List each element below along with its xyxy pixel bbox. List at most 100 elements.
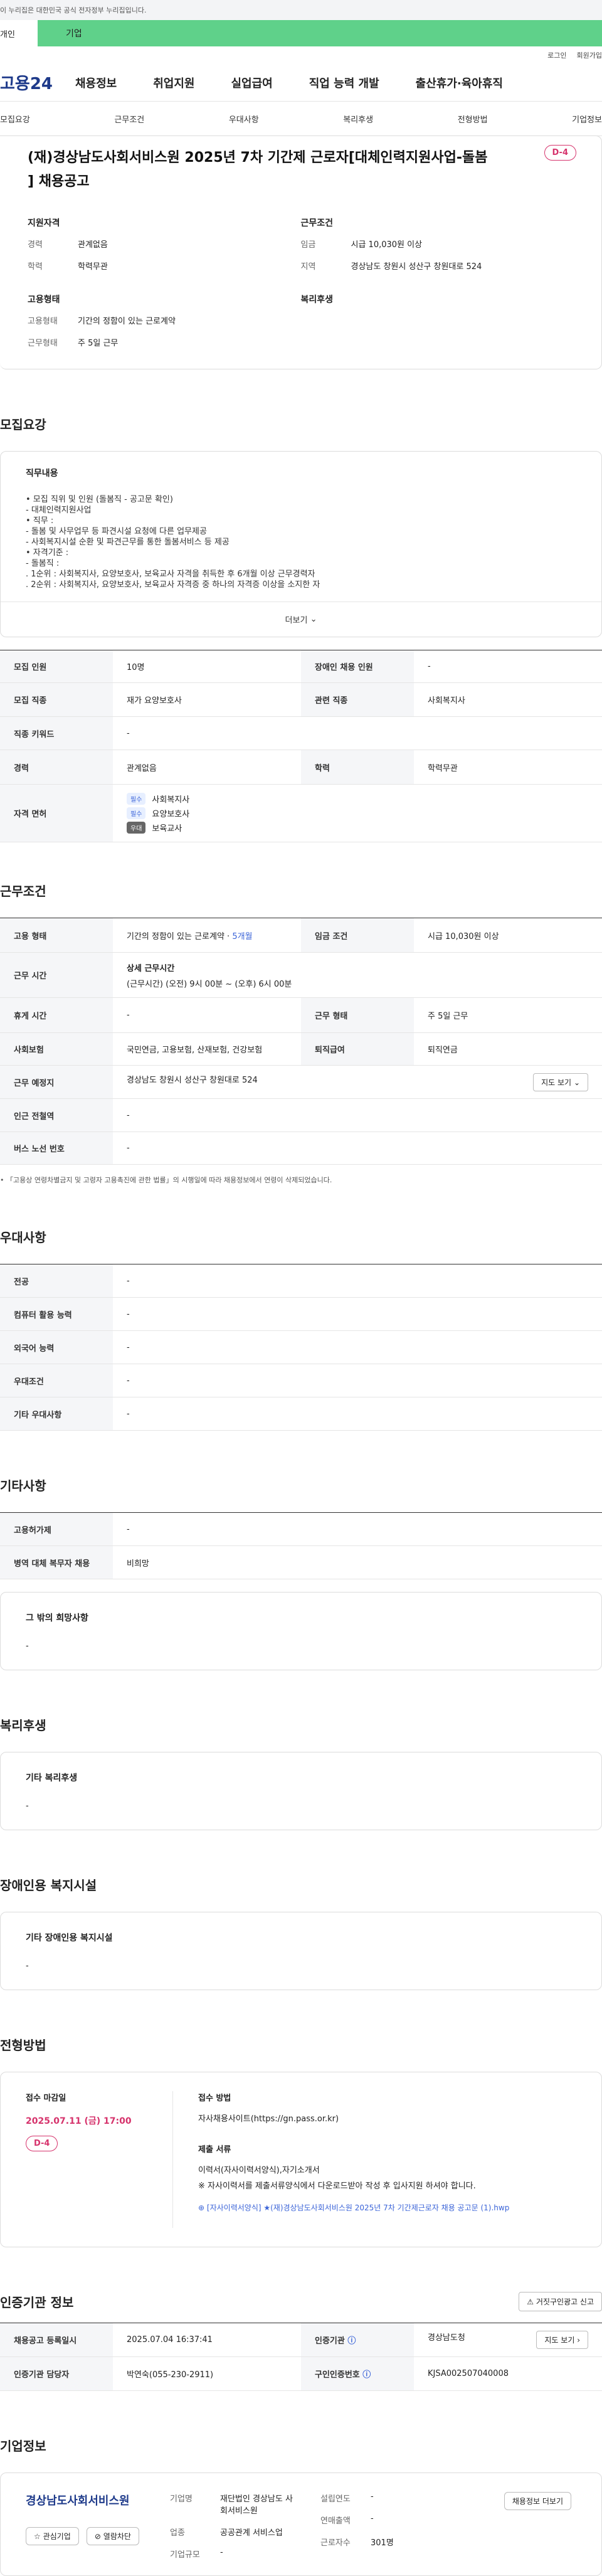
region-value: 경상남도 창원시 성산구 창원대로 524 (351, 262, 482, 272)
apply-section-title: 전형방법 (0, 2037, 46, 2053)
tab-person-label: 개인 (0, 29, 15, 40)
gnb-item-unemployment[interactable]: 실업급여 (231, 75, 273, 91)
table-cell: 박연숙(055-230-2911) (113, 2356, 301, 2391)
subnav-selection[interactable]: 전형방법 (458, 113, 488, 125)
welfare-section-title: 복리후생 (0, 1717, 46, 1733)
gnb-item-training[interactable]: 직업 능력 개발 (309, 75, 379, 91)
table-header: 근무 형태 (301, 997, 414, 1033)
qualification-block: 지원자격 경력 관계없음 학력 학력무관 (28, 216, 301, 282)
docs-note: ※ 자사이력서를 제출서류양식에서 다운로드받아 작성 후 입사지원 하셔야 합… (198, 2181, 476, 2191)
emptype-label: 고용형태 (28, 317, 58, 326)
table-header: 버스 노선 번호 (0, 1132, 113, 1165)
subnav-recruit[interactable]: 모집요강 (0, 113, 30, 125)
table-row: 사회보험 국민연금, 고용보험, 산재보험, 건강보험 퇴직급여 퇴직연금 (0, 1032, 602, 1066)
other-wishes-heading: 그 밖의 희망사항 (26, 1613, 88, 1623)
age-discrimination-note: • 「고용상 연령차별금지 및 고령자 고용촉진에 관한 법률」의 시행일에 따… (0, 1176, 332, 1184)
company-actions: 채용정보 더보기 (458, 2492, 576, 2557)
size-label: 기업규모 (170, 2550, 200, 2560)
preferences-section-title: 우대사항 (0, 1229, 46, 1245)
recruit-table: 모집 인원 10명 장애인 채용 인원 - 모집 직종 재가 요양보호사 관련 … (0, 650, 602, 842)
emp-type-value: 기간의 정함이 있는 근로계약 · (127, 931, 233, 941)
table-row: 근무 시간 상세 근무시간 (근무시간) (오전) 9시 00분 ~ (오후) … (0, 952, 602, 998)
table-row: 직종 키워드 - (0, 716, 602, 750)
siren-icon: ⚠ (527, 2297, 534, 2306)
job-description-text: • 모집 직위 및 인원 (돌봄직 - 공고문 확인) - 대체인력지원사업 •… (26, 495, 320, 590)
table-header: 근무 예정지 (0, 1065, 113, 1099)
site-logo[interactable]: 고용24 (0, 71, 75, 94)
table-cell: 필수 사회복지사 필수 요양보호사 우대 보육교사 (113, 784, 602, 842)
table-row: 외국어 능력 - (0, 1330, 602, 1364)
table-cell: 퇴직연금 (414, 1032, 602, 1066)
org-value: 경상남도청 (428, 2333, 465, 2343)
info-icon[interactable]: ⓘ (347, 2336, 356, 2346)
gnb-item-jobs[interactable]: 채용정보 (75, 75, 117, 91)
education-value: 학력무관 (78, 262, 108, 272)
disability-card-heading: 기타 장애인용 복지시설 (26, 1933, 113, 1943)
table-cell: - (113, 1098, 602, 1132)
tab-business[interactable]: 기업 (38, 20, 602, 46)
table-header: 컴퓨터 활용 능력 (0, 1297, 113, 1331)
subnav-preferences[interactable]: 우대사항 (229, 113, 259, 125)
table-cell: KJSA002507040008 (414, 2356, 602, 2391)
more-button[interactable]: 더보기 ⌄ (1, 602, 601, 637)
login-link[interactable]: 로그인 (547, 50, 566, 60)
career-value: 관계없음 (78, 240, 108, 250)
join-link[interactable]: 회원가입 (577, 50, 602, 60)
welfare-block: 복리후생 (301, 293, 574, 358)
map-label: 지도 보기 (544, 2336, 575, 2345)
company-logo-block: 경상남도사회서비스원 ☆ 관심기업 ⊘ 열람차단 (26, 2492, 170, 2557)
map-button[interactable]: 지도 보기 › (536, 2331, 588, 2349)
table-cell: 경상남도 창원시 성산구 창원대로 524 지도 보기 ⌄ (113, 1065, 602, 1099)
favorite-label: 관심기업 (43, 2532, 71, 2541)
table-row: 버스 노선 번호 - (0, 1132, 602, 1165)
required-badge: 필수 (127, 807, 146, 819)
table-cell: 시급 10,030원 이상 (414, 918, 602, 953)
subnav-company[interactable]: 기업정보 (572, 113, 602, 125)
license-name: 요양보호사 (152, 810, 190, 819)
gnb-item-employment-support[interactable]: 취업지원 (153, 75, 194, 91)
table-header: 전공 (0, 1264, 113, 1298)
gov-notice-text: 이 누리집은 대한민국 공식 전자정부 누리집입니다. (0, 6, 147, 14)
company-info-col1: 기업명 재단법인 경상남도 사회서비스원 업종 공공관계 서비스업 기업규모 - (170, 2492, 320, 2560)
tab-person[interactable]: 개인 (0, 20, 38, 46)
table-header: 사회보험 (0, 1032, 113, 1066)
welfare-card-value: - (26, 1801, 29, 1811)
block-view-button[interactable]: ⊘ 열람차단 (86, 2527, 139, 2545)
etc-table: 고용허가제 - 병역 대체 복무자 채용 비희망 (0, 1512, 602, 1579)
org-label: 인증기관 (315, 2336, 345, 2346)
table-header: 인근 전철역 (0, 1098, 113, 1132)
attachment-link[interactable]: ⊕ [자사이력서양식] ★(재)경상남도사회서비스원 2025년 7차 기간제근… (198, 2202, 509, 2213)
license-item: 필수 사회복지사 (127, 793, 588, 805)
sales-label: 연매출액 (320, 2516, 351, 2526)
job-description-heading: 직무내용 (26, 469, 58, 479)
disability-card: 기타 장애인용 복지시설 - (0, 1912, 602, 1990)
dday-badge: D-4 (544, 145, 576, 161)
table-row: 휴게 시간 - 근무 형태 주 5일 근무 (0, 997, 602, 1033)
subnav-conditions[interactable]: 근무조건 (114, 113, 144, 125)
subnav-welfare[interactable]: 복리후생 (343, 113, 373, 125)
sales-value: - (371, 2514, 374, 2523)
gnb-item-leave[interactable]: 출산휴가·육아휴직 (416, 75, 503, 91)
table-row: 전공 - (0, 1264, 602, 1298)
table-cell: - (113, 1512, 602, 1546)
info-icon[interactable]: ⓘ (362, 2370, 371, 2380)
emp-duration: 5개월 (232, 931, 253, 941)
job-title: (재)경상남도사회서비스원 2025년 7차 기간제 근로자[대체인력지원사업-… (28, 150, 488, 189)
employment-type-heading: 고용형태 (28, 295, 60, 305)
map-button[interactable]: 지도 보기 ⌄ (533, 1073, 588, 1091)
hours-value: 주 5일 근무 (78, 339, 119, 348)
table-header: 자격 면허 (0, 784, 113, 842)
attachment-name: [자사이력서양식] ★(재)경상남도사회서비스원 2025년 7차 기간제근로자… (206, 2203, 510, 2212)
table-header: 임금 조건 (301, 918, 414, 953)
attachment-icon: ⊕ (198, 2203, 205, 2212)
company-jobs-button[interactable]: 채용정보 더보기 (504, 2492, 571, 2510)
table-cell: - (113, 997, 301, 1033)
favorite-company-button[interactable]: ☆ 관심기업 (26, 2527, 79, 2545)
apply-card: 접수 마감일 2025.07.11 (금) 17:00 D-4 접수 방법 자사… (0, 2072, 602, 2247)
table-cell: - (113, 1264, 602, 1298)
preferences-table: 전공 - 컴퓨터 활용 능력 - 외국어 능력 - 우대조건 - 기타 우대사항 - (0, 1264, 602, 1431)
wage-value: 시급 10,030원 이상 (351, 240, 423, 250)
report-fake-ad-button[interactable]: ⚠ 거짓구인광고 신고 (519, 2291, 602, 2311)
table-header: 학력 (301, 750, 414, 785)
table-row: 고용허가제 - (0, 1512, 602, 1546)
